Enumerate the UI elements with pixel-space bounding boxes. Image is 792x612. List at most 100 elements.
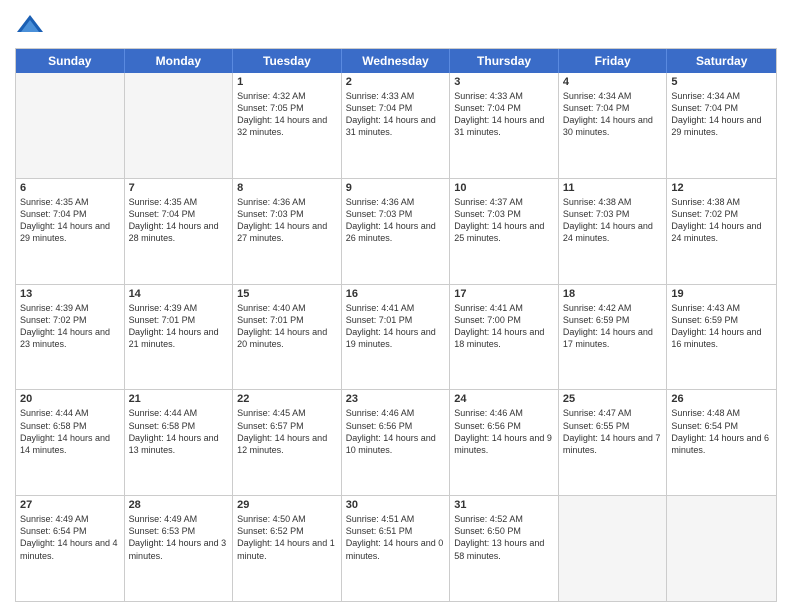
cell-info: Sunrise: 4:44 AMSunset: 6:58 PMDaylight:… bbox=[20, 407, 120, 456]
calendar-cell bbox=[559, 496, 668, 601]
cell-info: Sunrise: 4:47 AMSunset: 6:55 PMDaylight:… bbox=[563, 407, 663, 456]
calendar-cell: 1Sunrise: 4:32 AMSunset: 7:05 PMDaylight… bbox=[233, 73, 342, 178]
day-number: 23 bbox=[346, 393, 446, 405]
day-number: 20 bbox=[20, 393, 120, 405]
day-number: 27 bbox=[20, 499, 120, 511]
day-number: 22 bbox=[237, 393, 337, 405]
cell-info: Sunrise: 4:38 AMSunset: 7:02 PMDaylight:… bbox=[671, 196, 772, 245]
calendar-cell: 16 Sunrise: 4:41 AMSunset: 7:01 PMDayligh… bbox=[342, 285, 451, 390]
day-number: 6 bbox=[20, 182, 120, 194]
day-number: 16 bbox=[346, 288, 446, 300]
weekday-header: Thursday bbox=[450, 49, 559, 73]
cell-info: Sunrise: 4:36 AMSunset: 7:03 PMDaylight:… bbox=[346, 196, 446, 245]
calendar-cell: 19 Sunrise: 4:43 AMSunset: 6:59 PMDayligh… bbox=[667, 285, 776, 390]
day-number: 2 bbox=[346, 76, 446, 88]
calendar-cell bbox=[667, 496, 776, 601]
calendar-cell: 3 Sunrise: 4:33 AMSunset: 7:04 PMDaylight… bbox=[450, 73, 559, 178]
cell-info: Sunrise: 4:34 AMSunset: 7:04 PMDaylight:… bbox=[671, 90, 772, 139]
calendar-cell: 7 Sunrise: 4:35 AMSunset: 7:04 PMDaylight… bbox=[125, 179, 234, 284]
cell-info: Sunrise: 4:45 AMSunset: 6:57 PMDaylight:… bbox=[237, 407, 337, 456]
day-number: 15 bbox=[237, 288, 337, 300]
day-number: 14 bbox=[129, 288, 229, 300]
calendar-header: SundayMondayTuesdayWednesdayThursdayFrid… bbox=[16, 49, 776, 73]
day-number: 5 bbox=[671, 76, 772, 88]
calendar-cell: 6 Sunrise: 4:35 AMSunset: 7:04 PMDaylight… bbox=[16, 179, 125, 284]
cell-info: Sunrise: 4:33 AMSunset: 7:04 PMDaylight:… bbox=[454, 90, 554, 139]
cell-info: Sunrise: 4:41 AMSunset: 7:00 PMDaylight:… bbox=[454, 302, 554, 351]
day-number: 26 bbox=[671, 393, 772, 405]
calendar-cell: 2 Sunrise: 4:33 AMSunset: 7:04 PMDaylight… bbox=[342, 73, 451, 178]
calendar-cell: 21 Sunrise: 4:44 AMSunset: 6:58 PMDayligh… bbox=[125, 390, 234, 495]
calendar-cell: 11Sunrise: 4:38 AMSunset: 7:03 PMDayligh… bbox=[559, 179, 668, 284]
page: SundayMondayTuesdayWednesdayThursdayFrid… bbox=[0, 0, 792, 612]
calendar-body: 1Sunrise: 4:32 AMSunset: 7:05 PMDaylight… bbox=[16, 73, 776, 601]
cell-info: Sunrise: 4:41 AMSunset: 7:01 PMDaylight:… bbox=[346, 302, 446, 351]
calendar-cell: 4 Sunrise: 4:34 AMSunset: 7:04 PMDaylight… bbox=[559, 73, 668, 178]
calendar-row: 13Sunrise: 4:39 AMSunset: 7:02 PMDayligh… bbox=[16, 284, 776, 390]
cell-info: Sunrise: 4:46 AMSunset: 6:56 PMDaylight:… bbox=[454, 407, 554, 456]
cell-info: Sunrise: 4:37 AMSunset: 7:03 PMDaylight:… bbox=[454, 196, 554, 245]
cell-info: Sunrise: 4:51 AMSunset: 6:51 PMDaylight:… bbox=[346, 513, 446, 562]
day-number: 9 bbox=[346, 182, 446, 194]
cell-info: Sunrise: 4:33 AMSunset: 7:04 PMDaylight:… bbox=[346, 90, 446, 139]
cell-info: Sunrise: 4:49 AMSunset: 6:54 PMDaylight:… bbox=[20, 513, 120, 562]
logo bbox=[15, 10, 49, 40]
calendar-cell: 29 Sunrise: 4:50 AMSunset: 6:52 PMDayligh… bbox=[233, 496, 342, 601]
day-number: 21 bbox=[129, 393, 229, 405]
cell-info: Sunrise: 4:38 AMSunset: 7:03 PMDaylight:… bbox=[563, 196, 663, 245]
day-number: 3 bbox=[454, 76, 554, 88]
header bbox=[15, 10, 777, 40]
day-number: 29 bbox=[237, 499, 337, 511]
cell-info: Sunrise: 4:39 AMSunset: 7:01 PMDaylight:… bbox=[129, 302, 229, 351]
calendar-row: 6 Sunrise: 4:35 AMSunset: 7:04 PMDaylight… bbox=[16, 178, 776, 284]
calendar-cell: 9 Sunrise: 4:36 AMSunset: 7:03 PMDaylight… bbox=[342, 179, 451, 284]
calendar-cell: 27 Sunrise: 4:49 AMSunset: 6:54 PMDayligh… bbox=[16, 496, 125, 601]
day-number: 24 bbox=[454, 393, 554, 405]
cell-info: Sunrise: 4:43 AMSunset: 6:59 PMDaylight:… bbox=[671, 302, 772, 351]
calendar-cell bbox=[125, 73, 234, 178]
cell-info: Sunrise: 4:32 AMSunset: 7:05 PMDaylight:… bbox=[237, 90, 337, 139]
calendar-cell: 24 Sunrise: 4:46 AMSunset: 6:56 PMDayligh… bbox=[450, 390, 559, 495]
cell-info: Sunrise: 4:40 AMSunset: 7:01 PMDaylight:… bbox=[237, 302, 337, 351]
calendar-cell: 25Sunrise: 4:47 AMSunset: 6:55 PMDayligh… bbox=[559, 390, 668, 495]
day-number: 31 bbox=[454, 499, 554, 511]
day-number: 30 bbox=[346, 499, 446, 511]
calendar-cell: 12 Sunrise: 4:38 AMSunset: 7:02 PMDayligh… bbox=[667, 179, 776, 284]
cell-info: Sunrise: 4:46 AMSunset: 6:56 PMDaylight:… bbox=[346, 407, 446, 456]
cell-info: Sunrise: 4:49 AMSunset: 6:53 PMDaylight:… bbox=[129, 513, 229, 562]
cell-info: Sunrise: 4:39 AMSunset: 7:02 PMDaylight:… bbox=[20, 302, 120, 351]
calendar-cell: 10 Sunrise: 4:37 AMSunset: 7:03 PMDayligh… bbox=[450, 179, 559, 284]
cell-info: Sunrise: 4:35 AMSunset: 7:04 PMDaylight:… bbox=[20, 196, 120, 245]
day-number: 10 bbox=[454, 182, 554, 194]
calendar-cell: 30 Sunrise: 4:51 AMSunset: 6:51 PMDayligh… bbox=[342, 496, 451, 601]
calendar-cell: 22 Sunrise: 4:45 AMSunset: 6:57 PMDayligh… bbox=[233, 390, 342, 495]
calendar-cell: 13Sunrise: 4:39 AMSunset: 7:02 PMDayligh… bbox=[16, 285, 125, 390]
calendar-row: 1Sunrise: 4:32 AMSunset: 7:05 PMDaylight… bbox=[16, 73, 776, 178]
day-number: 8 bbox=[237, 182, 337, 194]
weekday-header: Saturday bbox=[667, 49, 776, 73]
day-number: 18 bbox=[563, 288, 663, 300]
day-number: 7 bbox=[129, 182, 229, 194]
cell-info: Sunrise: 4:52 AMSunset: 6:50 PMDaylight:… bbox=[454, 513, 554, 562]
cell-info: Sunrise: 4:34 AMSunset: 7:04 PMDaylight:… bbox=[563, 90, 663, 139]
day-number: 19 bbox=[671, 288, 772, 300]
cell-info: Sunrise: 4:42 AMSunset: 6:59 PMDaylight:… bbox=[563, 302, 663, 351]
logo-icon bbox=[15, 10, 45, 40]
cell-info: Sunrise: 4:44 AMSunset: 6:58 PMDaylight:… bbox=[129, 407, 229, 456]
calendar-row: 27 Sunrise: 4:49 AMSunset: 6:54 PMDayligh… bbox=[16, 495, 776, 601]
weekday-header: Tuesday bbox=[233, 49, 342, 73]
cell-info: Sunrise: 4:48 AMSunset: 6:54 PMDaylight:… bbox=[671, 407, 772, 456]
calendar-cell: 31 Sunrise: 4:52 AMSunset: 6:50 PMDayligh… bbox=[450, 496, 559, 601]
day-number: 4 bbox=[563, 76, 663, 88]
weekday-header: Monday bbox=[125, 49, 234, 73]
calendar-cell: 14 Sunrise: 4:39 AMSunset: 7:01 PMDayligh… bbox=[125, 285, 234, 390]
cell-info: Sunrise: 4:35 AMSunset: 7:04 PMDaylight:… bbox=[129, 196, 229, 245]
weekday-header: Wednesday bbox=[342, 49, 451, 73]
calendar-cell: 20 Sunrise: 4:44 AMSunset: 6:58 PMDayligh… bbox=[16, 390, 125, 495]
calendar-cell: 15 Sunrise: 4:40 AMSunset: 7:01 PMDayligh… bbox=[233, 285, 342, 390]
calendar-cell: 28Sunrise: 4:49 AMSunset: 6:53 PMDayligh… bbox=[125, 496, 234, 601]
day-number: 12 bbox=[671, 182, 772, 194]
cell-info: Sunrise: 4:50 AMSunset: 6:52 PMDaylight:… bbox=[237, 513, 337, 562]
calendar-cell: 18 Sunrise: 4:42 AMSunset: 6:59 PMDayligh… bbox=[559, 285, 668, 390]
calendar-cell: 5 Sunrise: 4:34 AMSunset: 7:04 PMDaylight… bbox=[667, 73, 776, 178]
